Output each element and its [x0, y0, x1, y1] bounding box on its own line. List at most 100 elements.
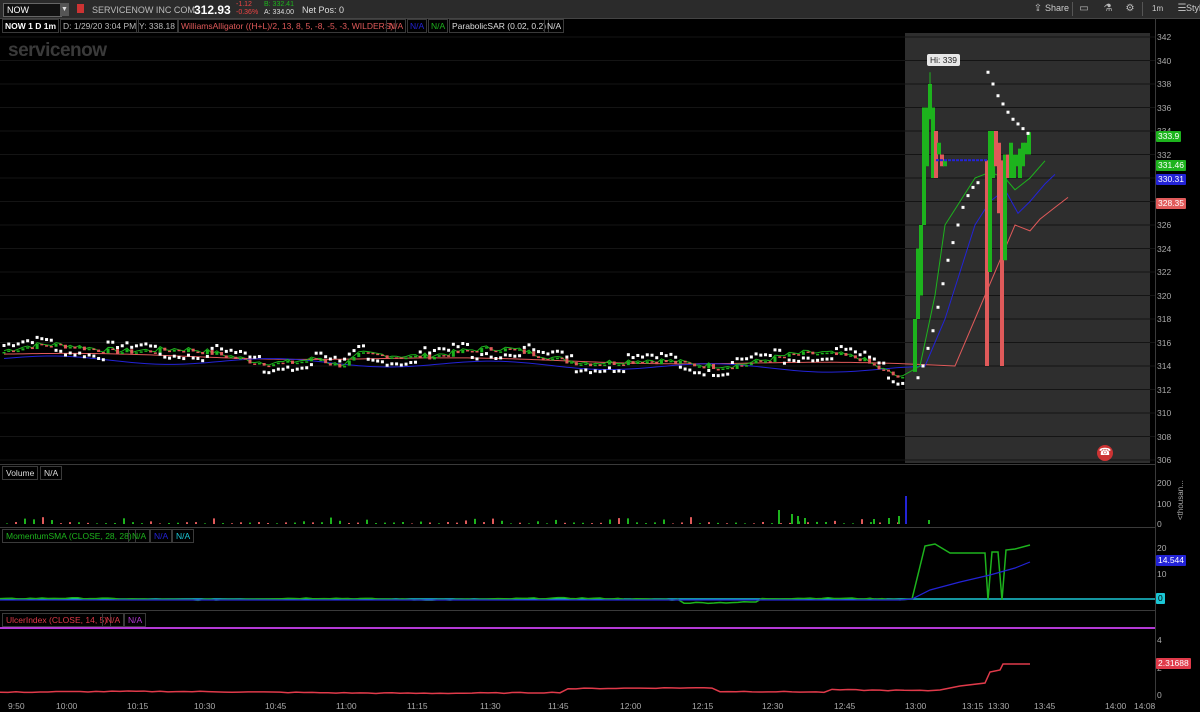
- sar-dot: [735, 357, 739, 361]
- time-axis-label: 13:00: [905, 701, 927, 711]
- candle: [286, 360, 290, 363]
- momentum-axis-20: 20: [1157, 543, 1167, 553]
- candle: [215, 351, 219, 355]
- sar-dot: [191, 356, 195, 360]
- ulcer-study-label[interactable]: UlcerIndex (CLOSE, 14, 5): [2, 613, 112, 627]
- sar-dot: [921, 364, 925, 368]
- sar-dot: [503, 353, 507, 357]
- sar-dot: [423, 346, 427, 350]
- volume-bar: [483, 522, 485, 524]
- candle: [428, 354, 432, 360]
- momentum-study-label[interactable]: MomentumSMA (CLOSE, 28, 28): [2, 529, 136, 543]
- candle: [347, 360, 351, 366]
- volume-bar: [735, 522, 737, 524]
- volume-bar: [267, 522, 269, 524]
- sar-dot: [518, 354, 522, 358]
- sar-dot: [125, 341, 129, 345]
- phone-icon[interactable]: ☎: [1097, 445, 1113, 461]
- candle: [834, 352, 838, 356]
- candle: [134, 352, 138, 354]
- sar-dot: [63, 353, 67, 357]
- sar-dot: [158, 352, 162, 356]
- candle: [291, 360, 295, 364]
- sar-dot: [996, 94, 1000, 98]
- candle: [1027, 132, 1031, 155]
- sar-dot: [858, 353, 862, 357]
- candle: [697, 366, 701, 368]
- sar-dot: [626, 353, 630, 357]
- sar-dot: [816, 358, 820, 362]
- price-axis-label: 318: [1157, 314, 1172, 324]
- candle: [153, 352, 157, 354]
- candle: [683, 360, 687, 363]
- sar-dot: [451, 342, 455, 346]
- candle: [735, 365, 739, 369]
- candle: [565, 358, 569, 364]
- candle: [395, 357, 399, 359]
- candle: [853, 355, 857, 359]
- sar-dot: [201, 359, 205, 363]
- sar-dot: [404, 362, 408, 366]
- candle: [956, 159, 959, 162]
- sar-dot: [844, 347, 848, 351]
- sar-dot: [574, 370, 578, 374]
- price-chart[interactable]: [0, 0, 1200, 712]
- sar-dot: [877, 361, 881, 365]
- sar-dot: [40, 337, 44, 341]
- candle: [172, 349, 176, 352]
- sar-dot: [853, 350, 857, 354]
- candle: [101, 352, 105, 354]
- candle: [820, 352, 824, 355]
- candle: [35, 343, 39, 350]
- panel-divider: [0, 464, 1155, 465]
- volume-axis-0: 0: [1157, 519, 1162, 529]
- sar-dot: [357, 345, 361, 349]
- sar-dot: [645, 353, 649, 357]
- sar-dot: [475, 357, 479, 361]
- sar-dot: [186, 353, 190, 357]
- volume-bar: [15, 522, 17, 524]
- sar-dot: [607, 366, 611, 370]
- candle: [940, 159, 943, 162]
- sar-dot: [49, 338, 53, 342]
- candle: [87, 348, 91, 351]
- alligator-lips-line: [3, 160, 1046, 377]
- volume-axis-200: 200: [1157, 478, 1172, 488]
- candle: [801, 351, 805, 355]
- sar-dot: [309, 363, 313, 367]
- volume-bar: [825, 522, 827, 524]
- time-axis-label: 10:00: [56, 701, 78, 711]
- ulcer-axis-4: 4: [1157, 635, 1162, 645]
- volume-unit-label: <thousan...: [1176, 480, 1185, 520]
- candle: [816, 353, 820, 356]
- volume-bar: [797, 516, 799, 524]
- candle: [49, 346, 53, 348]
- candle: [645, 361, 649, 364]
- sar-dot: [631, 356, 635, 360]
- candle: [324, 359, 328, 364]
- time-axis-label: 11:30: [480, 701, 501, 711]
- sar-dot: [272, 369, 276, 373]
- candle: [309, 358, 313, 362]
- candle: [650, 361, 654, 363]
- sar-dot: [101, 358, 105, 362]
- volume-bar: [447, 522, 449, 524]
- momentum-sma-tag: 14.544: [1156, 555, 1186, 566]
- candle: [858, 358, 862, 362]
- candle: [768, 361, 772, 363]
- candle: [872, 363, 876, 366]
- volume-bar: [726, 523, 728, 524]
- candle: [936, 159, 939, 162]
- volume-bar: [213, 518, 215, 524]
- volume-study-label[interactable]: Volume: [2, 466, 39, 480]
- sar-dot: [693, 371, 697, 375]
- sar-dot: [149, 344, 153, 348]
- volume-bars: [6, 496, 930, 524]
- sar-dot: [664, 354, 668, 358]
- candle: [811, 351, 815, 355]
- sar-dot: [527, 343, 531, 347]
- candle: [300, 361, 304, 364]
- candle: [59, 343, 63, 346]
- volume-bar: [294, 522, 296, 524]
- sar-dot: [494, 356, 498, 360]
